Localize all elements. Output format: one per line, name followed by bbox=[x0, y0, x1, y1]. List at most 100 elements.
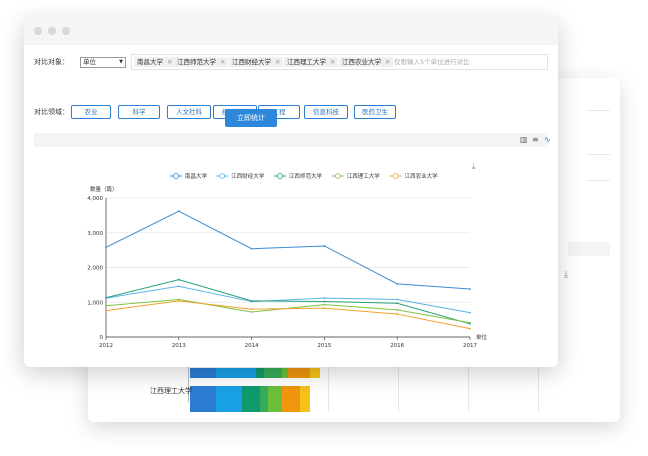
remove-tag-icon[interactable]: ✕ bbox=[275, 58, 280, 66]
data-point bbox=[396, 282, 399, 285]
back-divider bbox=[586, 180, 610, 181]
field-button-humanities[interactable]: 人文社科 bbox=[167, 105, 211, 119]
field-button-science[interactable]: 科学 bbox=[118, 105, 160, 119]
remove-tag-icon[interactable]: ✕ bbox=[167, 58, 172, 66]
chart-panel: 0 1,000 2,000 3,000 4,000 2012 2013 2014 2015 201… bbox=[34, 148, 548, 358]
unit-tag: 江西理工大学 ✕ bbox=[284, 57, 339, 67]
data-point bbox=[396, 313, 399, 315]
data-point bbox=[105, 304, 107, 307]
data-point bbox=[469, 311, 471, 314]
field-button-agriculture[interactable]: 农业 bbox=[71, 105, 111, 119]
legend-marker-icon bbox=[219, 173, 226, 179]
stacked-bar-segment bbox=[216, 368, 256, 378]
x-tick-label: 2015 bbox=[317, 343, 331, 349]
front-window: 对比对象： 单位 ▼ 南昌大学 ✕ 江西师范大学 ✕ 江西财经大学 ✕ 江西理工大学 ✕… bbox=[24, 17, 558, 367]
stacked-bar-segment bbox=[288, 368, 310, 378]
window-dot[interactable] bbox=[34, 27, 42, 35]
x-tick-label: 2016 bbox=[390, 343, 404, 349]
y-tick-label: 0 bbox=[100, 335, 104, 341]
legend-marker-icon bbox=[392, 173, 399, 179]
stacked-bar-segment bbox=[268, 386, 282, 412]
data-point bbox=[396, 308, 399, 311]
remove-tag-icon[interactable]: ✕ bbox=[385, 58, 390, 66]
data-point bbox=[177, 210, 180, 213]
remove-tag-icon[interactable]: ✕ bbox=[220, 58, 225, 66]
series-line bbox=[105, 300, 471, 330]
bar-chart-icon[interactable]: ▥ bbox=[520, 135, 528, 144]
data-point bbox=[469, 321, 471, 324]
legend-item[interactable]: 江西农业大学 bbox=[389, 172, 439, 180]
stacked-bar-segment bbox=[282, 386, 300, 412]
remove-tag-icon[interactable]: ✕ bbox=[330, 58, 335, 66]
unit-tag: 江西师范大学 ✕ bbox=[174, 57, 229, 67]
data-point bbox=[250, 308, 253, 311]
legend-marker-icon bbox=[173, 173, 179, 179]
legend-item[interactable]: 江西师范大学 bbox=[274, 172, 323, 180]
download-icon[interactable]: ⤓ bbox=[564, 270, 568, 280]
line-chart: 0 1,000 2,000 3,000 4,000 2012 2013 2014 2015 201… bbox=[87, 162, 488, 349]
y-tick-label: 4,000 bbox=[87, 196, 103, 202]
data-point bbox=[469, 288, 471, 290]
data-point bbox=[323, 297, 326, 299]
legend-item[interactable]: 江西理工大学 bbox=[331, 172, 381, 180]
compare-target-label: 对比对象： bbox=[34, 58, 69, 66]
sort-icon[interactable]: ≡ bbox=[532, 135, 539, 144]
download-icon[interactable]: ⤓ bbox=[472, 162, 476, 171]
back-divider bbox=[586, 110, 610, 111]
data-point bbox=[396, 302, 399, 305]
data-point bbox=[323, 300, 326, 303]
data-point bbox=[177, 278, 180, 281]
y-axis-title: 数量（篇） bbox=[90, 185, 118, 193]
x-tick-label: 2017 bbox=[463, 343, 477, 349]
data-point bbox=[105, 296, 107, 299]
series-line bbox=[105, 279, 471, 325]
legend-item[interactable]: 江西财经大学 bbox=[216, 172, 265, 180]
bar-row-label: 江西理工大学 bbox=[150, 387, 192, 395]
tag-input-hint: 仅限输入5个单位进行对比 bbox=[394, 58, 470, 66]
data-point bbox=[105, 309, 107, 312]
filter-panel: 对比对象： 单位 ▼ 南昌大学 ✕ 江西师范大学 ✕ 江西财经大学 ✕ 江西理工大学 ✕… bbox=[34, 49, 548, 127]
window-dot[interactable] bbox=[62, 27, 70, 35]
stacked-bar-segment bbox=[190, 386, 216, 412]
unit-tag-input[interactable]: 南昌大学 ✕ 江西师范大学 ✕ 江西财经大学 ✕ 江西理工大学 ✕ 江西农业大学 ✕ 仅限… bbox=[131, 54, 548, 70]
back-divider bbox=[586, 154, 610, 155]
legend-label: 江西农业大学 bbox=[405, 172, 439, 180]
legend-marker-icon bbox=[334, 173, 341, 179]
data-point bbox=[177, 285, 180, 288]
legend-label: 江西财经大学 bbox=[231, 172, 265, 180]
run-statistics-button[interactable]: 立即统计 bbox=[225, 109, 277, 127]
line-chart-icon[interactable]: ∿ bbox=[544, 135, 551, 144]
caret-down-icon: ▼ bbox=[119, 59, 123, 65]
chart-toolbar: ▥ ≡ ∿ bbox=[34, 133, 551, 147]
stacked-bar-segment bbox=[300, 386, 310, 412]
x-axis-title: 单位 bbox=[476, 333, 488, 341]
unit-tag: 江西农业大学 ✕ bbox=[339, 57, 394, 67]
unit-select[interactable]: 单位 ▼ bbox=[80, 57, 126, 68]
data-point bbox=[250, 247, 253, 250]
stacked-bar-segment bbox=[216, 386, 242, 412]
data-point bbox=[396, 298, 399, 301]
field-button-medicine[interactable]: 医药卫生 bbox=[354, 105, 396, 119]
legend-label: 江西理工大学 bbox=[347, 172, 381, 180]
compare-field-label: 对比领域： bbox=[34, 108, 69, 116]
stacked-bar-segment bbox=[264, 368, 282, 378]
legend-item[interactable]: 南昌大学 bbox=[170, 172, 208, 180]
stacked-bar-segment bbox=[260, 386, 268, 412]
data-point bbox=[323, 245, 326, 247]
data-point bbox=[250, 311, 253, 313]
stacked-bar-segment bbox=[310, 368, 320, 378]
x-tick-label: 2014 bbox=[245, 343, 259, 349]
field-button-it[interactable]: 信息科技 bbox=[304, 105, 348, 119]
stacked-bar-segment bbox=[242, 386, 260, 412]
legend-marker-icon bbox=[277, 173, 283, 179]
back-toolbar-strip bbox=[568, 242, 610, 256]
x-tick-label: 2012 bbox=[99, 343, 113, 349]
window-dot[interactable] bbox=[48, 27, 56, 35]
data-point bbox=[177, 299, 180, 302]
y-tick-label: 3,000 bbox=[87, 231, 103, 237]
legend-label: 南昌大学 bbox=[185, 172, 208, 180]
series-line bbox=[105, 210, 471, 290]
x-tick-label: 2013 bbox=[172, 343, 186, 349]
legend-label: 江西师范大学 bbox=[289, 172, 323, 180]
data-point bbox=[323, 307, 326, 310]
